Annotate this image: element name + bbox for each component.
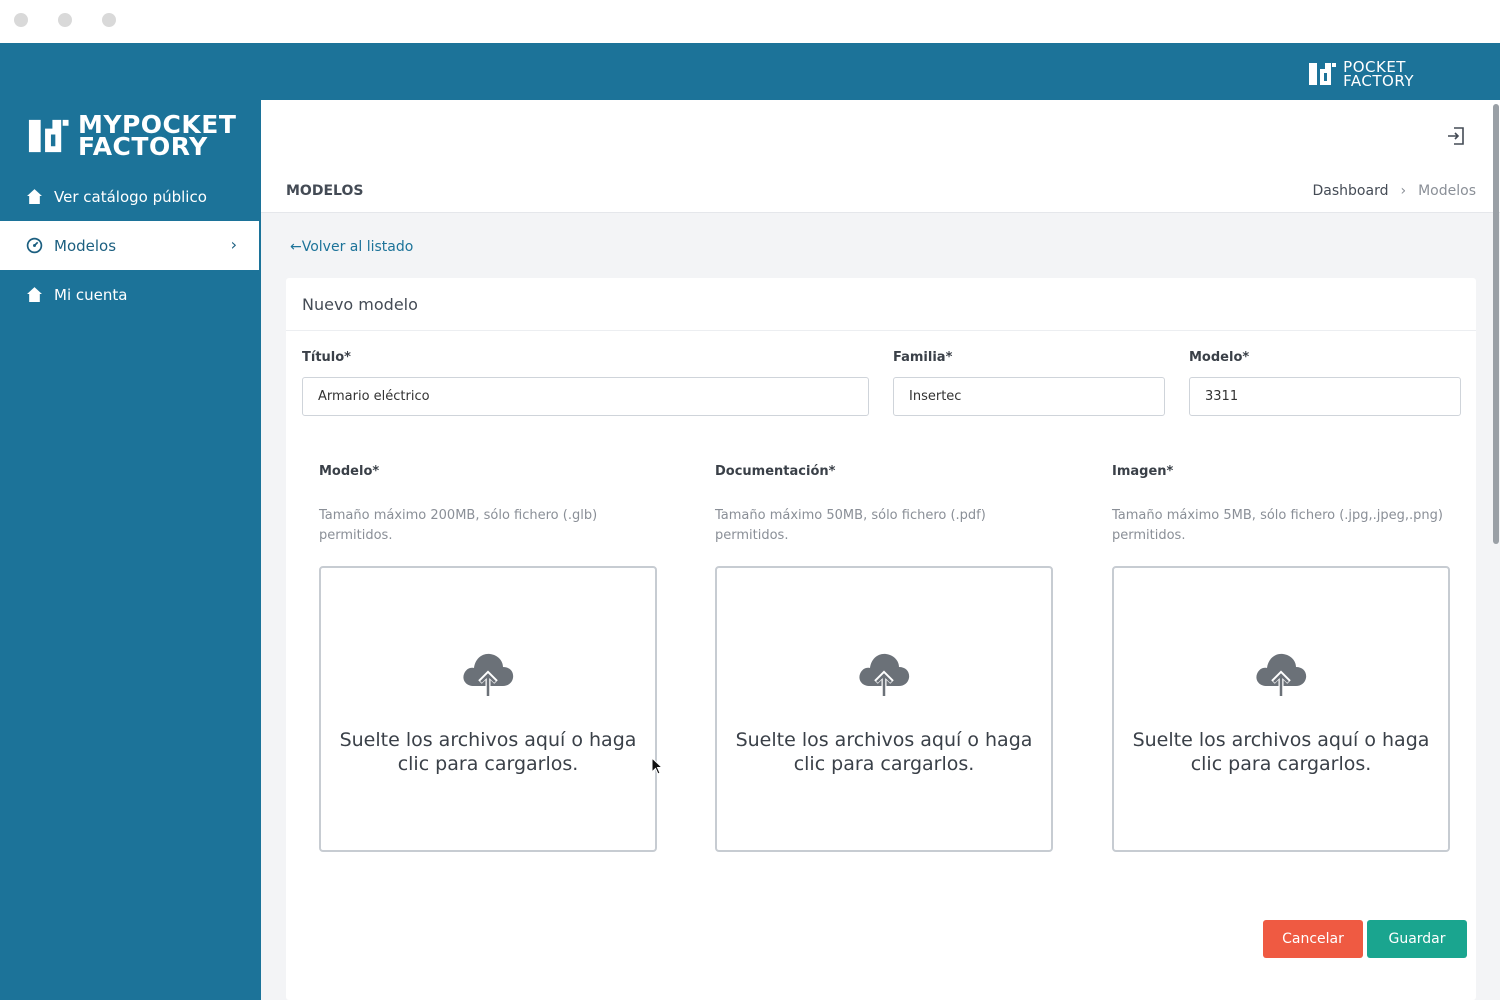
dropzone-text: Suelte los archivos aquí o haga clic par…: [735, 729, 1033, 775]
upload-help: Tamaño máximo 200MB, sólo fichero (.glb)…: [319, 508, 598, 543]
dropzone-modelo[interactable]: Suelte los archivos aquí o haga clic par…: [319, 566, 657, 852]
scrollbar-thumb[interactable]: [1493, 104, 1499, 544]
cancel-button[interactable]: Cancelar: [1263, 920, 1363, 958]
upload-label: Imagen*: [1112, 464, 1174, 479]
home-icon: [25, 286, 43, 304]
dropzone-documentacion[interactable]: Suelte los archivos aquí o haga clic par…: [715, 566, 1053, 852]
pf-logo-icon: [1309, 63, 1337, 85]
sidebar-item-modelos[interactable]: Modelos ›: [0, 221, 259, 270]
modelo-label: Modelo*: [1189, 350, 1250, 365]
mouse-cursor-icon: [651, 756, 664, 779]
upload-label: Documentación*: [715, 464, 836, 479]
titulo-label: Título*: [302, 350, 351, 365]
dropzone-text: Suelte los archivos aquí o haga clic par…: [1132, 729, 1430, 775]
gauge-icon: [25, 237, 43, 255]
breadcrumb-dashboard[interactable]: Dashboard: [1313, 183, 1389, 199]
dropzone-imagen[interactable]: Suelte los archivos aquí o haga clic par…: [1112, 566, 1450, 852]
home-icon: [25, 188, 43, 206]
sidebar-item-label: Mi cuenta: [54, 285, 128, 304]
logo-line-2: FACTORY: [78, 132, 208, 161]
breadcrumb-separator: ›: [1400, 183, 1407, 199]
dropzone-text: Suelte los archivos aquí o haga clic par…: [339, 729, 637, 775]
upload-help: Tamaño máximo 50MB, sólo fichero (.pdf) …: [715, 508, 986, 543]
breadcrumb: Dashboard › Modelos: [1313, 183, 1476, 199]
sidebar-item-label: Modelos: [54, 236, 117, 255]
mpf-logo-icon: [28, 119, 69, 153]
main-content: MODELOS Dashboard › Modelos ←Volver al l…: [261, 100, 1500, 1000]
vertical-scrollbar[interactable]: [1492, 100, 1500, 1000]
upload-help: Tamaño máximo 5MB, sólo fichero (.jpg,.j…: [1112, 508, 1443, 543]
save-button[interactable]: Guardar: [1367, 920, 1467, 958]
sidebar-item-catalogo[interactable]: Ver catálogo público: [0, 172, 261, 221]
sidebar: MYPOCKET FACTORY Ver catálogo público Mo…: [0, 100, 261, 1000]
logout-icon[interactable]: [1445, 125, 1467, 147]
upload-imagen: Imagen* Tamaño máximo 5MB, sólo fichero …: [1112, 464, 1450, 852]
cloud-upload-icon: [460, 648, 516, 702]
breadcrumb-modelos: Modelos: [1418, 183, 1476, 199]
pocket-factory-logo: POCKET FACTORY: [1307, 59, 1414, 89]
brand-text-top: POCKET FACTORY: [1343, 60, 1414, 90]
card-title: Nuevo modelo: [286, 278, 1476, 331]
page-header: MODELOS Dashboard › Modelos: [261, 100, 1500, 213]
mypocketfactory-logo[interactable]: MYPOCKET FACTORY: [26, 112, 236, 161]
logo-text: MYPOCKET FACTORY: [78, 112, 236, 161]
window-titlebar: [0, 0, 1500, 43]
sidebar-item-label: Ver catálogo público: [54, 187, 207, 206]
window-close-button[interactable]: [14, 13, 28, 27]
back-to-list-link[interactable]: ←Volver al listado: [290, 239, 413, 255]
brand-line-2: FACTORY: [1343, 72, 1414, 90]
cloud-upload-icon: [1253, 648, 1309, 702]
chevron-right-icon: ›: [230, 235, 237, 254]
page-title: MODELOS: [286, 183, 364, 199]
window-maximize-button[interactable]: [102, 13, 116, 27]
titulo-input[interactable]: [302, 377, 869, 416]
window-minimize-button[interactable]: [58, 13, 72, 27]
upload-modelo: Modelo* Tamaño máximo 200MB, sólo ficher…: [319, 464, 657, 852]
modelo-input[interactable]: [1189, 377, 1461, 416]
top-bar: POCKET FACTORY: [0, 43, 1500, 100]
cloud-upload-icon: [856, 648, 912, 702]
familia-label: Familia*: [893, 350, 953, 365]
familia-input[interactable]: [893, 377, 1165, 416]
sidebar-item-mi-cuenta[interactable]: Mi cuenta: [0, 270, 261, 319]
upload-label: Modelo*: [319, 464, 380, 479]
sidebar-nav: Ver catálogo público Modelos › Mi cuenta: [0, 172, 261, 319]
new-model-card: Nuevo modelo Título* Familia* Modelo* Mo…: [286, 278, 1476, 1000]
upload-documentacion: Documentación* Tamaño máximo 50MB, sólo …: [715, 464, 1053, 852]
